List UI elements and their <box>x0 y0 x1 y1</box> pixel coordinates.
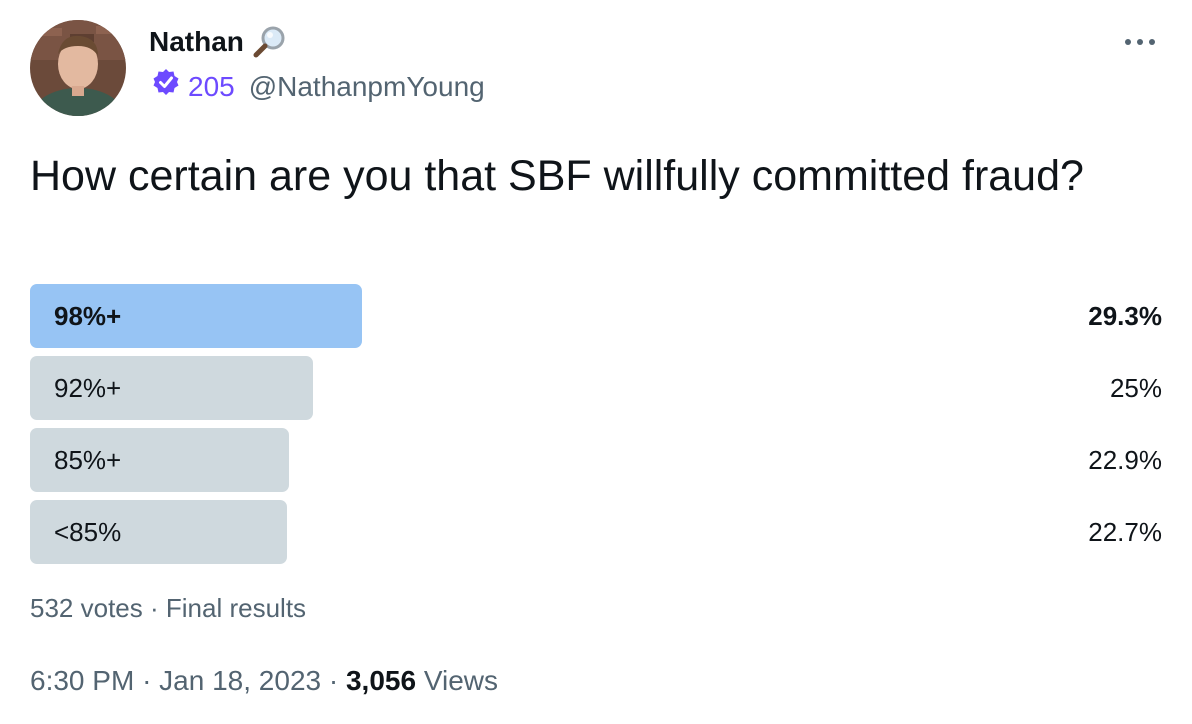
more-options-button[interactable] <box>1118 24 1162 60</box>
poll-option-label: 92%+ <box>54 373 122 403</box>
author-meta: 205 @NathanpmYoung <box>152 68 485 105</box>
tweet-text: How certain are you that SBF willfully c… <box>30 152 1084 200</box>
poll-option: 85%+ 22.9% <box>30 428 1162 492</box>
magnifying-glass-icon <box>252 25 288 59</box>
poll-option-label: <85% <box>54 517 122 547</box>
vote-count: 532 votes <box>30 593 143 623</box>
poll-option-label: 98%+ <box>54 301 122 331</box>
tweet-date: Jan 18, 2023 <box>159 665 322 696</box>
separator: · <box>142 665 152 696</box>
poll-option-percent: 29.3% <box>1088 301 1162 331</box>
poll-option: 98%+ 29.3% <box>30 284 1162 348</box>
author-name[interactable]: Nathan <box>149 24 288 60</box>
separator: · <box>149 593 159 623</box>
poll-option: 92%+ 25% <box>30 356 1162 420</box>
views-label: Views <box>423 665 499 696</box>
more-options-icon <box>1124 33 1156 51</box>
poll-option-percent: 22.9% <box>1088 445 1162 475</box>
poll-option-percent: 22.7% <box>1088 517 1162 547</box>
poll: 98%+ 29.3% 92%+ 25% 85%+ 22.9% <85% 22.7… <box>30 284 1162 572</box>
poll-status: Final results <box>165 593 307 623</box>
tweet-time-link[interactable]: 6:30 PM · Jan 18, 2023 <box>30 665 321 696</box>
badge-count: 205 <box>188 70 235 102</box>
poll-summary: 532 votes · Final results <box>30 590 306 626</box>
poll-option-percent: 25% <box>1109 373 1162 403</box>
author-handle[interactable]: @NathanpmYoung <box>249 69 485 105</box>
avatar[interactable] <box>30 20 126 116</box>
poll-option: <85% 22.7% <box>30 500 1162 564</box>
tweet-timestamp: 6:30 PM · Jan 18, 2023 · 3,056 Views <box>30 663 498 699</box>
tweet-time: 6:30 PM <box>30 665 135 696</box>
views-count: 3,056 <box>345 665 417 696</box>
author-name-text: Nathan <box>149 26 244 57</box>
poll-option-label: 85%+ <box>54 445 122 475</box>
verified-badge-icon <box>152 68 180 105</box>
separator: · <box>328 665 339 696</box>
